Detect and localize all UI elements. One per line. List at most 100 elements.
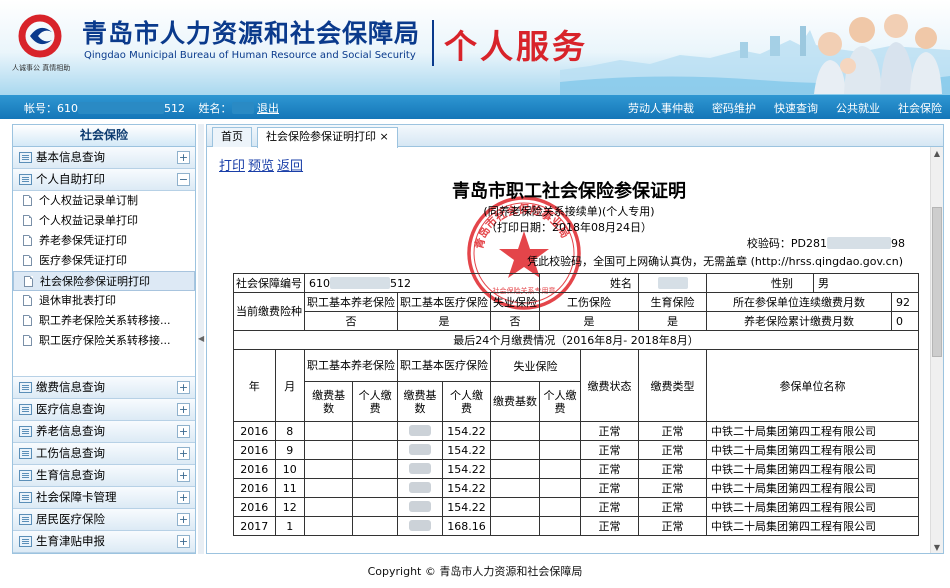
bureau-logo-icon: [18, 14, 62, 58]
print-date: （打印日期：2018年08月24日）: [486, 221, 652, 234]
group-label: 基本信息查询: [36, 150, 105, 164]
cell-redacted: [396, 440, 444, 460]
table-row: 2017 1 168.16 正常 正常 中铁二十局集团第四工程有限公司: [233, 516, 919, 536]
collapse-icon[interactable]: −: [177, 173, 190, 186]
cell-month: 12: [274, 497, 305, 517]
expand-icon[interactable]: +: [177, 381, 190, 394]
status-value: 否: [490, 311, 540, 331]
table-row: 年 月 职工基本养老保险 职工基本医疗保险 失业保险 缴费状态 缴费类型 参保单…: [233, 349, 919, 422]
certificate-table: 社会保障编号 610 512 姓名 性别 男 当前缴费险种 职工基本养老保险 职工…: [233, 273, 919, 536]
expand-icon[interactable]: +: [177, 469, 190, 482]
preview-link[interactable]: 预览: [248, 159, 274, 174]
nav-link-password[interactable]: 密码维护: [712, 102, 756, 115]
cell-empty: [490, 497, 540, 517]
list-icon: [19, 382, 32, 393]
sidebar-group-resident-medical[interactable]: 居民医疗保险 +: [13, 509, 195, 531]
nav-link-employment[interactable]: 公共就业: [836, 102, 880, 115]
group-label: 工伤信息查询: [36, 446, 105, 460]
list-icon: [19, 174, 32, 185]
sidebar-item-rights-order[interactable]: 个人权益记录单订制: [13, 191, 195, 211]
close-icon[interactable]: ×: [380, 130, 389, 143]
sidebar-group-self-print[interactable]: 个人自助打印 −: [13, 169, 195, 191]
sidebar-group-maternity-query[interactable]: 生育信息查询 +: [13, 465, 195, 487]
group-label: 医疗信息查询: [36, 402, 105, 416]
tab-insurance-certificate[interactable]: 社会保险参保证明打印 ×: [257, 127, 398, 148]
sidebar-group-injury-query[interactable]: 工伤信息查询 +: [13, 443, 195, 465]
cell-type: 正常: [638, 459, 707, 479]
col-header-personal: 个人缴费: [352, 381, 398, 422]
sidebar-item-medical-transfer[interactable]: 职工医疗保险关系转移接...: [13, 331, 195, 351]
cell-empty: [352, 421, 398, 441]
nav-link-quick-query[interactable]: 快速查询: [774, 102, 818, 115]
cell-med-personal: 154.22: [442, 459, 491, 479]
redacted-block: [409, 424, 432, 436]
list-icon: [19, 448, 32, 459]
redacted-block: [409, 500, 432, 512]
col-header-medical: 职工基本医疗保险: [397, 349, 491, 382]
list-icon: [19, 514, 32, 525]
col-header-personal: 个人缴费: [442, 381, 491, 422]
redacted-block: [409, 519, 432, 531]
sb-no-label: 社会保障编号: [233, 273, 305, 293]
family-photo-image: [814, 14, 942, 94]
sidebar-item-pension-voucher[interactable]: 养老参保凭证打印: [13, 231, 195, 251]
col-header-type: 缴费类型: [638, 349, 707, 422]
status-col-header: 职工基本养老保险: [304, 292, 398, 312]
sidebar-group-card-management[interactable]: 社会保障卡管理 +: [13, 487, 195, 509]
account-info: 帐号：610 512 姓名： 退出: [24, 100, 279, 116]
cell-type: 正常: [638, 440, 707, 460]
cell-empty: [352, 478, 398, 498]
tab-label: 社会保险参保证明打印: [266, 130, 376, 143]
expand-icon[interactable]: +: [177, 425, 190, 438]
expand-icon[interactable]: +: [177, 513, 190, 526]
main-panel: 首页 社会保险参保证明打印 × 打印 预览 返回 青岛市社会保险事业局 社会保险关系…: [206, 124, 944, 554]
cell-empty: [490, 516, 540, 536]
logout-link[interactable]: 退出: [257, 100, 279, 116]
back-link[interactable]: 返回: [277, 159, 303, 174]
scroll-up-icon[interactable]: ▲: [931, 147, 943, 161]
redacted-block: [409, 462, 432, 474]
sidebar-group-pension-query[interactable]: 养老信息查询 +: [13, 421, 195, 443]
tab-home[interactable]: 首页: [212, 127, 252, 147]
sidebar-title: 社会保险: [13, 125, 195, 147]
vertical-scrollbar[interactable]: ▲ ▼: [930, 147, 943, 553]
sidebar-group-basic-info[interactable]: 基本信息查询 +: [13, 147, 195, 169]
site-header: 人诚事公 真情相助 青岛市人力资源和社会保障局 Qingdao Municipa…: [0, 0, 950, 95]
col-header-base: 缴费基数: [490, 381, 540, 422]
group-label: 社会保障卡管理: [36, 490, 117, 504]
collapse-arrow-icon[interactable]: ◀: [198, 334, 204, 343]
table-row: 2016 12 154.22 正常 正常 中铁二十局集团第四工程有限公司: [233, 497, 919, 517]
expand-icon[interactable]: +: [177, 491, 190, 504]
scroll-down-icon[interactable]: ▼: [931, 541, 943, 553]
panel-splitter[interactable]: ◀: [198, 124, 204, 554]
scrollbar-thumb[interactable]: [932, 207, 942, 357]
sidebar-spacer: [13, 351, 195, 377]
sidebar-group-maternity-allowance[interactable]: 生育津贴申报 +: [13, 531, 195, 553]
cell-empty: [490, 478, 540, 498]
list-icon: [19, 404, 32, 415]
expand-icon[interactable]: +: [177, 403, 190, 416]
expand-icon[interactable]: +: [177, 535, 190, 548]
sidebar-item-retirement-form[interactable]: 退休审批表打印: [13, 291, 195, 311]
sidebar-item-insurance-certificate[interactable]: 社会保险参保证明打印: [13, 271, 195, 291]
expand-icon[interactable]: +: [177, 447, 190, 460]
sidebar-item-pension-transfer[interactable]: 职工养老保险关系转移接...: [13, 311, 195, 331]
cell-month: 10: [274, 459, 305, 479]
expand-icon[interactable]: +: [177, 151, 190, 164]
cell-unit: 中铁二十局集团第四工程有限公司: [706, 421, 919, 441]
list-icon: [19, 426, 32, 437]
table-row: 最后24个月缴费情况（2016年8月- 2018年8月）: [233, 330, 919, 350]
sb-no-suffix: 512: [390, 276, 411, 290]
sidebar-group-payment-query[interactable]: 缴费信息查询 +: [13, 377, 195, 399]
sidebar-item-rights-print[interactable]: 个人权益记录单打印: [13, 211, 195, 231]
cell-empty: [352, 440, 398, 460]
account-label: 帐号：: [24, 102, 57, 115]
nav-link-arbitration[interactable]: 劳动人事仲裁: [628, 102, 694, 115]
sidebar-item-medical-voucher[interactable]: 医疗参保凭证打印: [13, 251, 195, 271]
slogan: 人诚事公 真情相助: [12, 64, 71, 72]
print-link[interactable]: 打印: [219, 159, 245, 174]
cell-empty: [352, 497, 398, 517]
nav-link-social-insurance[interactable]: 社会保险: [898, 102, 942, 115]
cell-redacted: [396, 421, 444, 441]
sidebar-group-medical-query[interactable]: 医疗信息查询 +: [13, 399, 195, 421]
